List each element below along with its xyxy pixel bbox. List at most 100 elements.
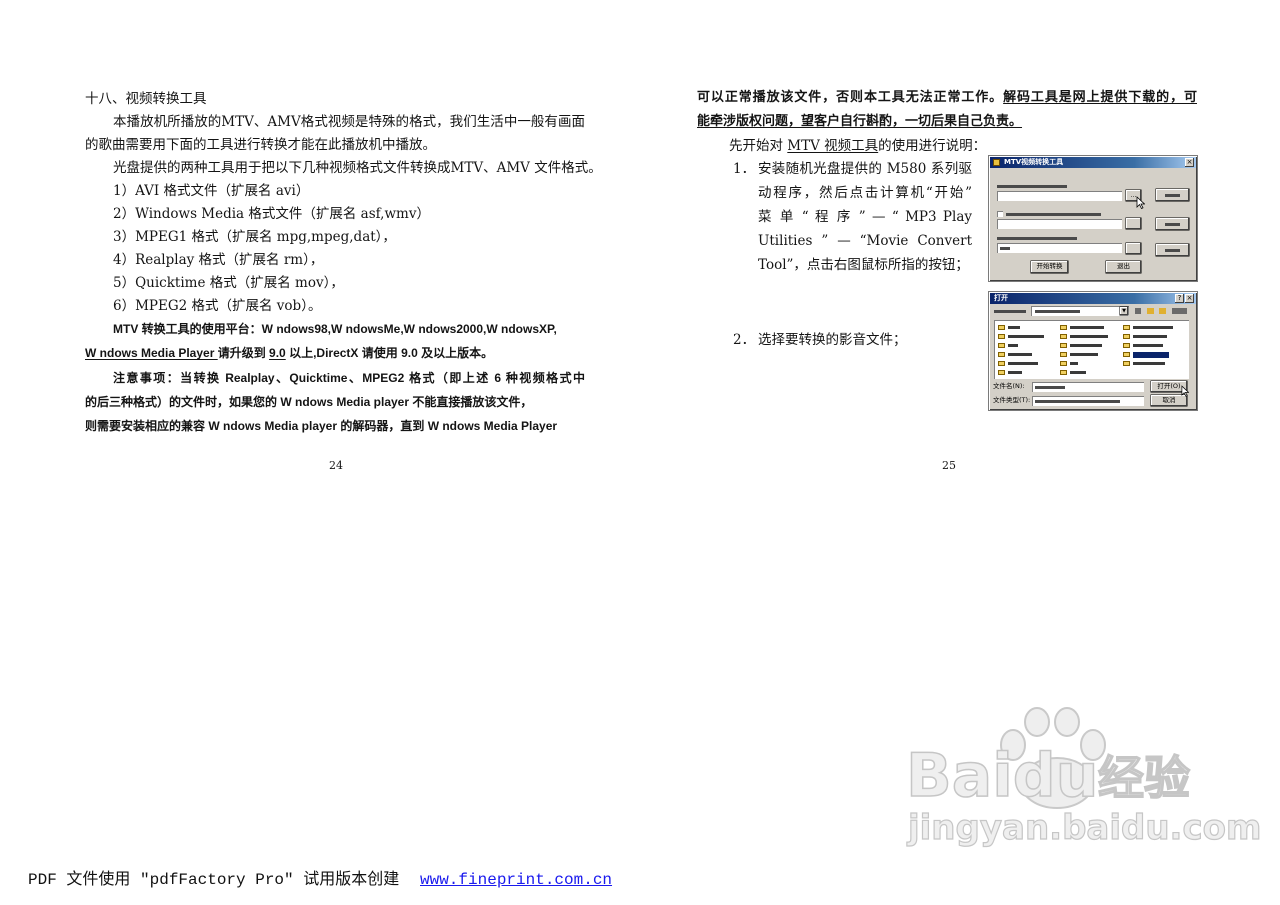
item-label-mark [1008, 353, 1032, 356]
exit-button: 退出 [1106, 261, 1141, 273]
list-item [998, 368, 1060, 377]
item-label-mark [1070, 371, 1087, 374]
open-dialog-title-bar: 打开 ? × [990, 293, 1196, 304]
folder-icon [998, 325, 1005, 330]
list-item [1060, 323, 1122, 332]
list-item [1122, 323, 1185, 332]
item-label-mark [1070, 335, 1109, 338]
new-folder-icon [1159, 308, 1166, 314]
list-item [1060, 368, 1122, 377]
list-item [1060, 341, 1122, 350]
item-label-mark [1008, 326, 1020, 329]
mouse-cursor-icon [1181, 385, 1189, 397]
look-in-combo: ▼ [1031, 306, 1129, 316]
combo-text-mark [1035, 310, 1080, 313]
list-item [998, 350, 1060, 359]
format-item-mpeg2: 6）MPEG2 格式（扩展名 vob）。 [113, 298, 322, 314]
filetype-label: 文件类型(T): [993, 396, 1031, 404]
step-1-line-3: 菜 单 “ 程 序 ” — “ MP3 Play [758, 209, 972, 225]
item-label-mark [1008, 371, 1022, 374]
item-label-mark [1132, 351, 1169, 358]
note-line-3: 则需要安装相应的兼容 W ndows Media player 的解码器，直到 … [85, 419, 558, 433]
list-item [1122, 332, 1185, 341]
side-button-1 [1156, 189, 1189, 201]
folder-icon [1122, 361, 1130, 366]
side-button-3 [1156, 244, 1189, 256]
folder-icon [1060, 343, 1068, 348]
folder-icon [998, 334, 1005, 339]
page-number-right: 25 [942, 459, 956, 472]
option-checkbox [997, 211, 1003, 217]
step-2-line-1: 选择要转换的影音文件； [758, 332, 907, 348]
item-label-mark [1070, 344, 1103, 347]
button-label-mark [1165, 223, 1180, 226]
intro-after: 的使用进行说明： [878, 138, 987, 154]
step-1-line-2: 动程序，然后点击计算机“开始” [758, 185, 972, 201]
folder-icon [998, 370, 1005, 375]
copyright-warning: 能牵涉版权问题，望客户自行斟酌，一切后果自己负责。 [697, 113, 1023, 128]
start-convert-button: 开始转换 [1031, 261, 1068, 273]
step-1-line-4: Utilities ” — “Movie Convert [758, 233, 972, 249]
file-list [994, 320, 1189, 379]
browse-small-button-3 [1126, 243, 1141, 254]
filename-field [1032, 382, 1144, 392]
mtv-tool-name: MTV 视频工具 [787, 138, 879, 154]
decoder-note-line-2: 能牵涉版权问题，望客户自行斟酌，一切后果自己负责。 [697, 113, 1022, 129]
fineprint-link[interactable]: www.fineprint.com.cn [420, 871, 612, 889]
field-text-mark [1035, 400, 1120, 403]
format-item-realplay: 4）Realplay 格式（扩展名 rm）， [113, 252, 324, 268]
look-in-label [994, 310, 1026, 313]
item-label-mark [1008, 362, 1038, 365]
dialog-title: MTV视频转换工具 [1004, 158, 1064, 166]
decoder-note-underlined: 解码工具是网上提供下载的，可 [1003, 89, 1197, 104]
help-icon: ? [1175, 294, 1184, 303]
upgrade-text: 请升级到 [217, 346, 270, 360]
item-label-mark [1132, 326, 1173, 329]
format-item-avi: 1）AVI 格式文件（扩展名 avi） [113, 183, 310, 199]
field-text-mark [1035, 386, 1065, 389]
close-icon: × [1185, 158, 1194, 167]
folder-icon [998, 361, 1005, 366]
item-label-mark [1070, 326, 1105, 329]
list-item [1060, 359, 1122, 368]
intro-line-2: 的歌曲需要用下面的工具进行转换才能在此播放机中播放。 [85, 137, 436, 153]
folder-icon [998, 343, 1005, 348]
list-item [998, 332, 1060, 341]
side-button-2 [1156, 218, 1189, 230]
item-label-mark [1132, 362, 1165, 365]
converter-dialog-screenshot: MTV视频转换工具 × ... 开始转换 退出 [988, 155, 1198, 282]
watermark-product: 经验 [1097, 751, 1191, 805]
list-item [1060, 350, 1122, 359]
option-label [1006, 213, 1101, 216]
filetype-combo [1032, 396, 1144, 406]
player-name: W ndows Media Player [85, 346, 218, 360]
folder-icon [1122, 343, 1130, 348]
item-label-mark [1070, 362, 1079, 365]
folder-icon [1122, 334, 1130, 339]
folder-icon [1122, 325, 1130, 330]
intro-line-1: 本播放机所播放的MTV、AMV格式视频是特殊的格式，我们生活中一般有画面 [113, 114, 585, 130]
dialog-title-bar: MTV视频转换工具 × [990, 157, 1196, 168]
intro-before: 先开始对 [729, 138, 788, 154]
close-icon: × [1185, 294, 1194, 303]
step-2-number: 2． [733, 332, 756, 348]
pdf-footer-text: PDF 文件使用 "pdfFactory Pro" 试用版本创建 [28, 871, 400, 889]
step-1-number: 1． [733, 161, 756, 177]
list-item [1122, 359, 1185, 368]
open-dialog-title: 打开 [994, 294, 1008, 302]
decoder-note-line-1: 可以正常播放该文件，否则本工具无法正常工作。解码工具是网上提供下载的，可 [697, 89, 1197, 105]
target-path-field [997, 219, 1122, 229]
version-number: 9.0 [269, 346, 286, 360]
app-icon [993, 159, 1000, 166]
folder-icon [1060, 361, 1068, 366]
folder-icon [1060, 325, 1068, 330]
step-1-line-5: Tool”，点击右图鼠标所指的按钮； [758, 257, 969, 273]
list-item-selected [1122, 350, 1185, 359]
list-item [1060, 332, 1122, 341]
output-path-label [997, 237, 1077, 240]
list-item [998, 341, 1060, 350]
note-line-2: 的后三种格式）的文件时，如果您的 W ndows Media player 不能… [85, 395, 533, 409]
platform-line-2: W ndows Media Player 请升级到 9.0 以上,DirectX… [85, 345, 493, 361]
list-item [998, 359, 1060, 368]
format-item-mpeg1: 3）MPEG1 格式（扩展名 mpg,mpeg,dat）， [113, 229, 396, 245]
